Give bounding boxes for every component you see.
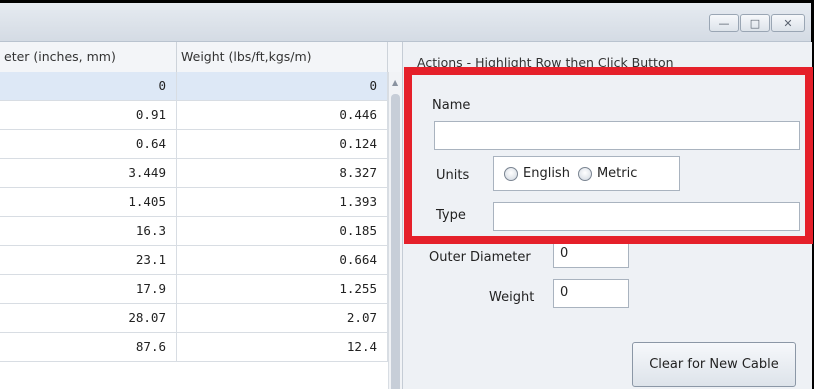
column-header-diameter[interactable]: eter (inches, mm) — [0, 42, 177, 72]
cell-diameter: 1.405 — [0, 188, 177, 216]
outer-diameter-label: Outer Diameter — [429, 250, 531, 265]
weight-label: Weight — [489, 290, 535, 305]
column-header-weight[interactable]: Weight (lbs/ft,kgs/m) — [177, 42, 388, 72]
cell-weight: 0.124 — [177, 130, 388, 158]
app-window: — □ ✕ eter (inches, mm) Weight (lbs/ft,k… — [0, 3, 813, 389]
table-row[interactable]: 3.449 8.327 — [0, 159, 388, 188]
cell-weight: 1.393 — [177, 188, 388, 216]
cell-diameter: 17.9 — [0, 275, 177, 303]
cell-diameter: 87.6 — [0, 333, 177, 361]
cable-grid: eter (inches, mm) Weight (lbs/ft,kgs/m) … — [0, 42, 402, 389]
cell-diameter: 0.91 — [0, 101, 177, 129]
minimize-icon[interactable]: — — [709, 14, 739, 32]
cell-weight: 0.664 — [177, 246, 388, 274]
table-row[interactable]: 0 0 — [0, 72, 388, 101]
highlight-box: Name Units English Metric Type — [404, 67, 813, 244]
cell-diameter: 23.1 — [0, 246, 177, 274]
radio-english[interactable]: English — [504, 166, 570, 181]
outer-diameter-field[interactable]: 0 — [553, 240, 629, 268]
name-field[interactable] — [434, 121, 800, 150]
table-row[interactable]: 0.64 0.124 — [0, 130, 388, 159]
units-radio-group: English Metric — [493, 156, 680, 191]
close-icon[interactable]: ✕ — [771, 14, 805, 32]
maximize-icon[interactable]: □ — [740, 14, 770, 32]
radio-metric[interactable]: Metric — [577, 166, 638, 181]
cell-weight: 2.07 — [177, 304, 388, 332]
cell-weight: 1.255 — [177, 275, 388, 303]
name-label: Name — [432, 98, 471, 113]
cell-diameter: 3.449 — [0, 159, 177, 187]
radio-english-label: English — [523, 166, 570, 181]
table-row[interactable]: 23.1 0.664 — [0, 246, 388, 275]
type-field[interactable] — [493, 202, 800, 231]
radio-metric-label: Metric — [596, 166, 638, 181]
table-row[interactable]: 0.91 0.446 — [0, 101, 388, 130]
cell-weight: 12.4 — [177, 333, 388, 361]
cell-weight: 0.185 — [177, 217, 388, 245]
table-row[interactable]: 1.405 1.393 — [0, 188, 388, 217]
table-row[interactable]: 28.07 2.07 — [0, 304, 388, 333]
weight-field[interactable]: 0 — [553, 279, 629, 308]
cell-diameter: 0.64 — [0, 130, 177, 158]
title-bar: — □ ✕ — [0, 3, 811, 42]
cell-weight: 0 — [177, 72, 388, 100]
cell-weight: 0.446 — [177, 101, 388, 129]
radio-english-icon — [504, 166, 518, 181]
table-row[interactable]: 16.3 0.185 — [0, 217, 388, 246]
grid-scrollbar[interactable]: ▲ — [388, 72, 402, 389]
table-row[interactable]: 17.9 1.255 — [0, 275, 388, 304]
scroll-thumb[interactable] — [391, 94, 400, 389]
cell-diameter: 28.07 — [0, 304, 177, 332]
grid-header: eter (inches, mm) Weight (lbs/ft,kgs/m) — [0, 42, 402, 73]
scroll-up-icon[interactable]: ▲ — [392, 78, 398, 87]
radio-metric-icon — [577, 166, 592, 181]
cell-weight: 8.327 — [177, 159, 388, 187]
cell-diameter: 16.3 — [0, 217, 177, 245]
window-controls: — □ ✕ — [708, 14, 805, 32]
units-label: Units — [436, 168, 470, 183]
clear-for-new-cable-button[interactable]: Clear for New Cable — [632, 342, 796, 387]
table-row[interactable]: 87.6 12.4 — [0, 333, 388, 362]
type-label: Type — [436, 208, 466, 223]
cell-diameter: 0 — [0, 72, 177, 100]
